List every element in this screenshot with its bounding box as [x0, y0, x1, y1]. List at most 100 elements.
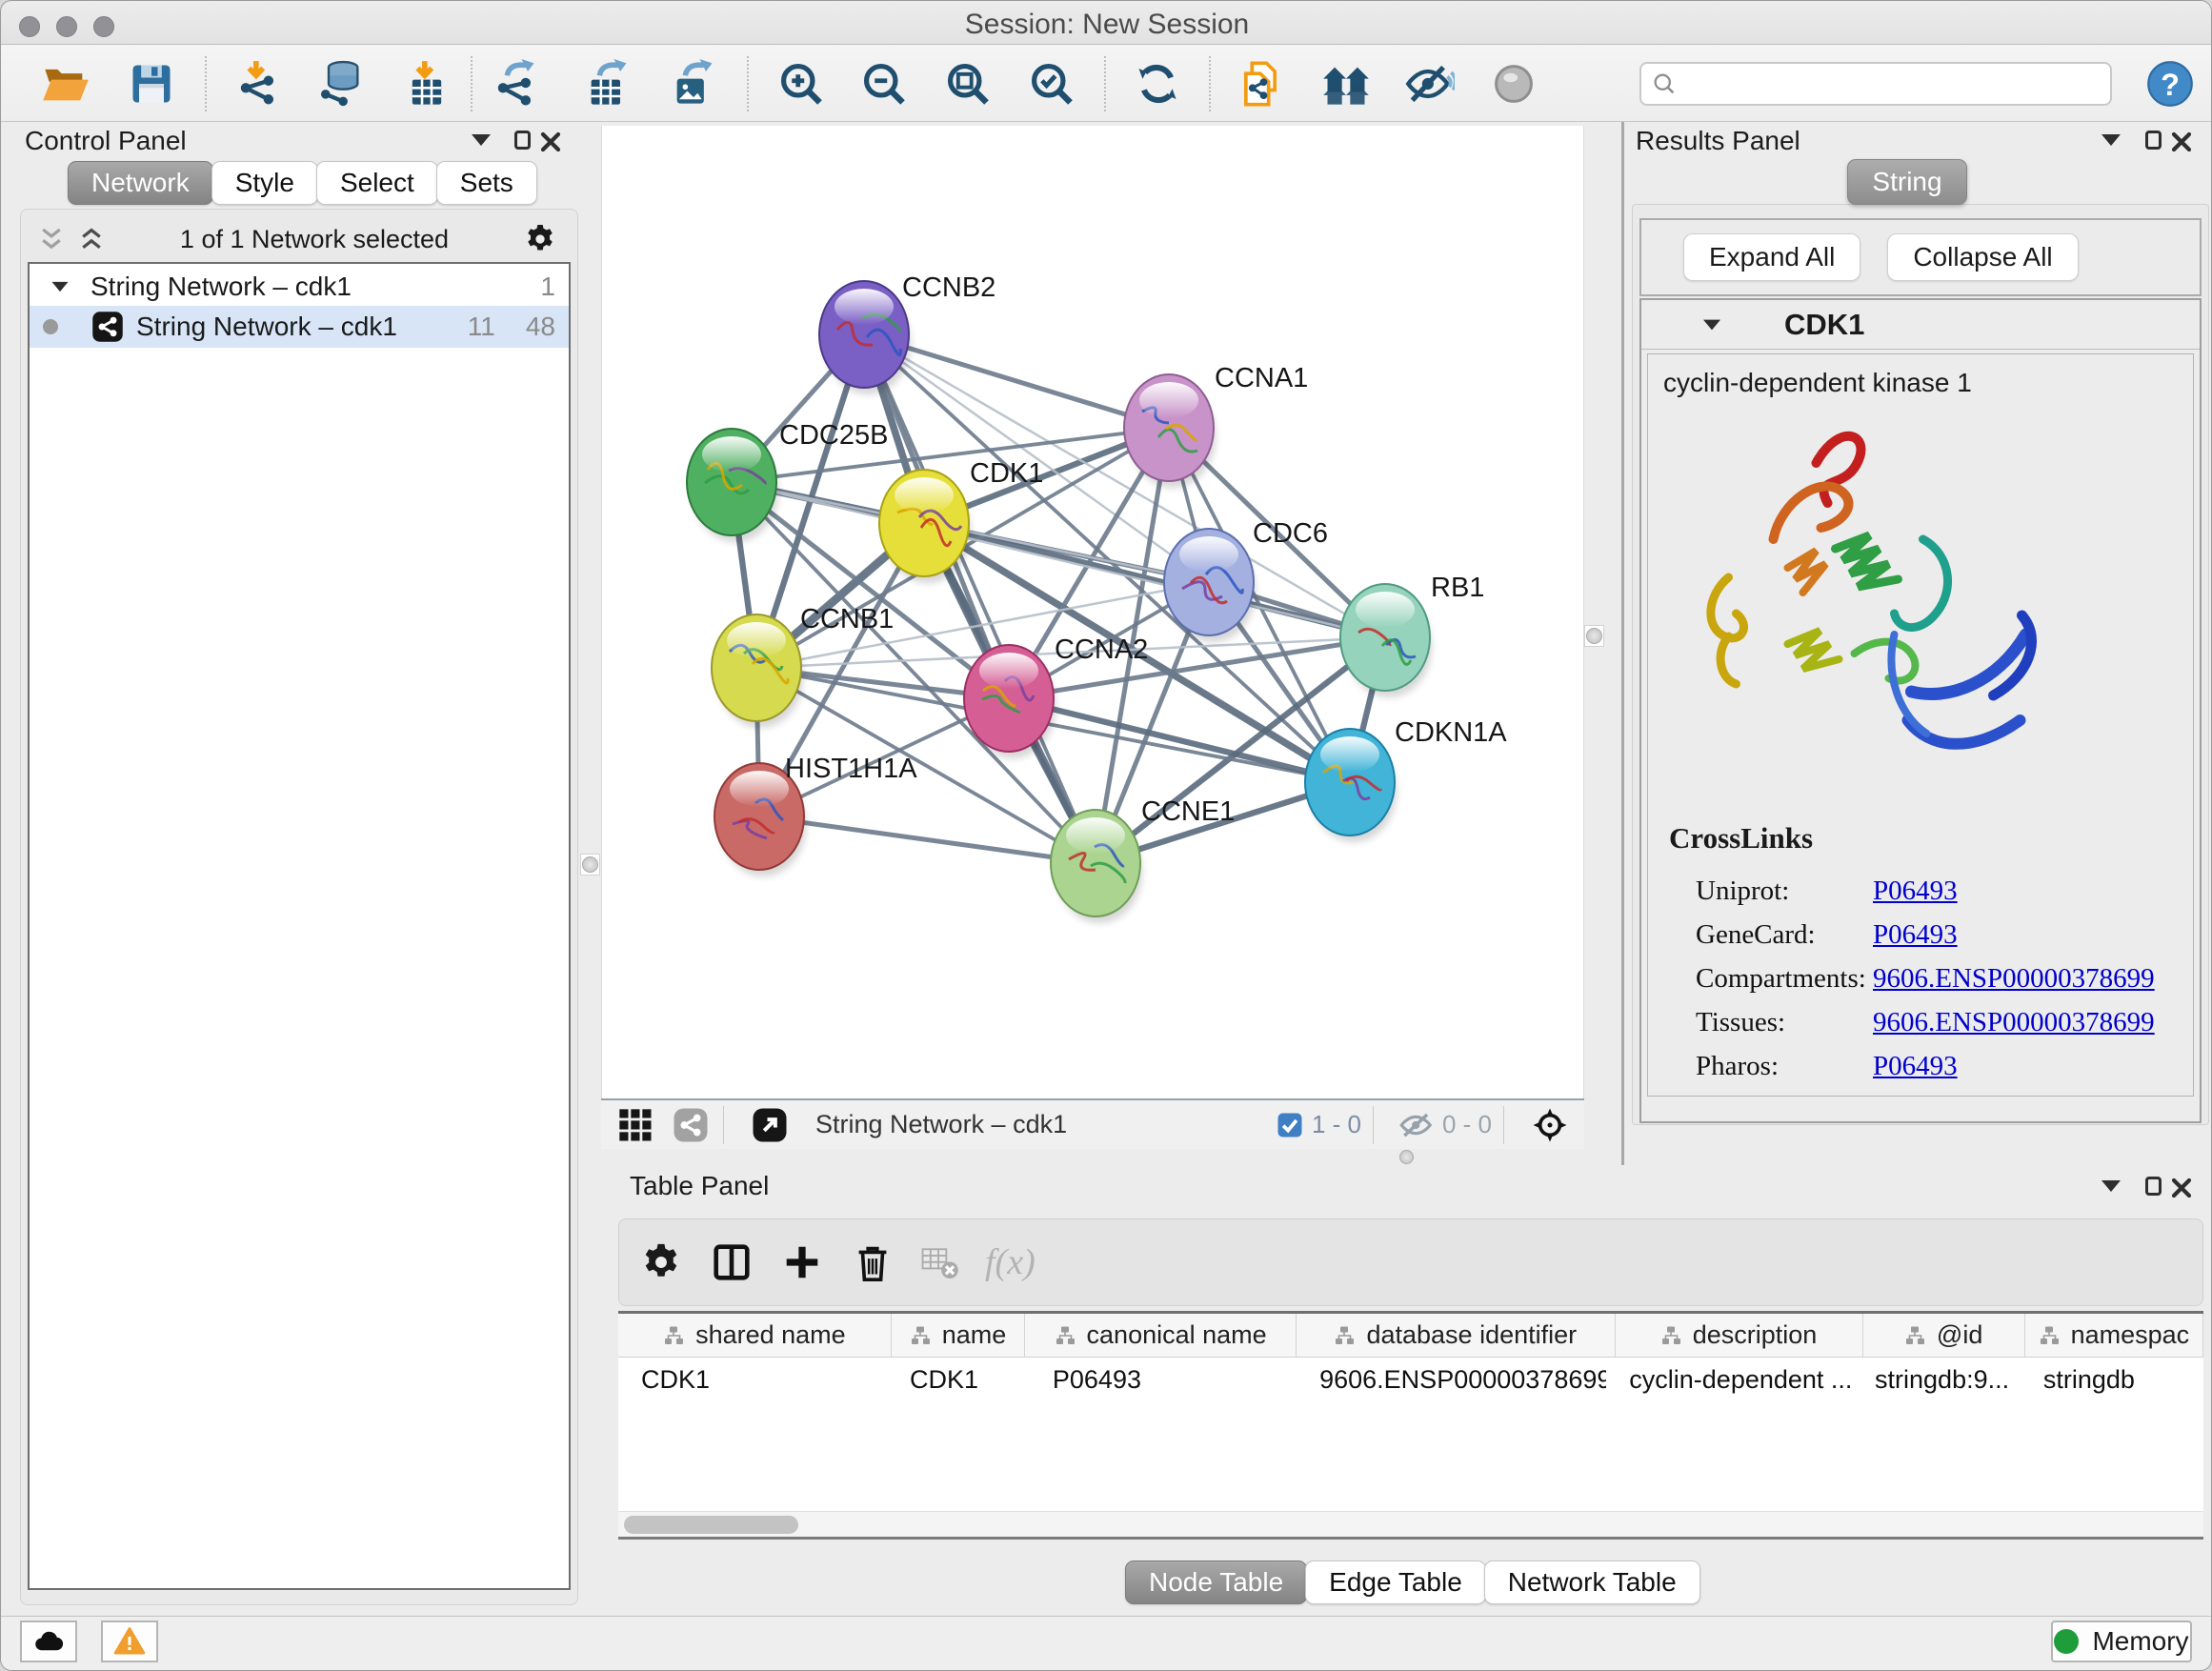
show-columns-icon[interactable]: [707, 1238, 756, 1287]
network-node-RB1[interactable]: [1340, 584, 1432, 697]
search-input[interactable]: [1685, 69, 2101, 100]
table-row[interactable]: CDK1CDK1P064939606.ENSP00000378699cyclin…: [618, 1358, 2203, 1401]
control-panel-float-icon[interactable]: [514, 131, 531, 150]
node-label: HIST1H1A: [785, 754, 917, 784]
vertical-splitter-handle[interactable]: [580, 854, 600, 876]
network-collection-row[interactable]: String Network – cdk1 1: [30, 268, 569, 306]
tab-node-table[interactable]: Node Table: [1125, 1560, 1307, 1604]
network-graph[interactable]: CCNB2 CCNA1 CDC25B CDK1 CDC6: [602, 126, 1585, 1098]
network-row-selected[interactable]: String Network – cdk1 11 48: [30, 306, 569, 348]
network-node-CDC25B[interactable]: [687, 429, 778, 542]
network-node-CCNE1[interactable]: [1051, 810, 1142, 923]
column-header[interactable]: name: [892, 1314, 1025, 1357]
table-cell[interactable]: cyclin-dependent ...: [1606, 1358, 1852, 1401]
tab-select[interactable]: Select: [316, 161, 438, 205]
network-node-CDKN1A[interactable]: [1305, 729, 1397, 842]
column-header[interactable]: shared name: [618, 1314, 892, 1357]
import-database-button[interactable]: [315, 58, 367, 110]
export-network-button[interactable]: [490, 58, 541, 110]
expand-all-networks-icon[interactable]: [77, 225, 106, 253]
export-image-button[interactable]: [668, 58, 719, 110]
crosslink-link[interactable]: P06493: [1873, 919, 1958, 951]
network-node-CCNB1[interactable]: [712, 614, 803, 728]
table-cell[interactable]: stringdb: [2021, 1358, 2203, 1401]
crosslink-link[interactable]: P06493: [1873, 876, 1958, 907]
clone-network-button[interactable]: [1235, 58, 1286, 110]
cloud-status-button[interactable]: [20, 1621, 77, 1662]
table-cell[interactable]: stringdb:9...: [1852, 1358, 2021, 1401]
vertical-splitter-handle-right[interactable]: [1584, 625, 1604, 647]
export-table-button[interactable]: [582, 58, 633, 110]
network-node-CCNA1[interactable]: [1124, 374, 1216, 488]
results-entry-cdk1: CDK1 cyclin-dependent kinase 1: [1639, 298, 2202, 1123]
birds-eye-grid-icon[interactable]: [614, 1104, 656, 1146]
table-cell[interactable]: P06493: [1030, 1358, 1297, 1401]
warnings-button[interactable]: [101, 1621, 158, 1662]
column-header[interactable]: canonical name: [1025, 1314, 1297, 1357]
open-session-button[interactable]: [40, 58, 91, 110]
network-node-CCNB2[interactable]: [819, 281, 911, 394]
column-header[interactable]: database identifier: [1297, 1314, 1616, 1357]
network-selector-row: 1 of 1 Network selected: [28, 220, 571, 258]
refresh-layout-button[interactable]: [1132, 58, 1183, 110]
table-gear-icon[interactable]: [636, 1238, 686, 1287]
toolbar-separator: [1104, 56, 1106, 111]
help-button[interactable]: ?: [2144, 58, 2196, 110]
gene-expand-icon[interactable]: [1703, 319, 1720, 330]
horizontal-splitter-handle[interactable]: [1399, 1150, 1414, 1164]
zoom-selected-button[interactable]: [1026, 58, 1077, 110]
node-label: CDKN1A: [1395, 717, 1507, 748]
detach-view-icon[interactable]: [749, 1104, 791, 1146]
column-header[interactable]: @id: [1863, 1314, 2025, 1357]
import-network-button[interactable]: [232, 58, 284, 110]
crosslink-link[interactable]: 9606.ENSP00000378699: [1873, 963, 2155, 995]
crosshair-icon[interactable]: [1529, 1104, 1571, 1146]
hide-graphics-button[interactable]: [1404, 58, 1456, 110]
table-panel-close-icon[interactable]: [2170, 1177, 2193, 1199]
network-node-CDK1[interactable]: [879, 470, 971, 583]
control-panel-menu-icon[interactable]: [472, 134, 491, 146]
network-canvas[interactable]: CCNB2 CCNA1 CDC25B CDK1 CDC6: [601, 126, 1584, 1098]
tab-style[interactable]: Style: [211, 161, 318, 205]
network-options-gear-icon[interactable]: [523, 222, 557, 256]
tab-network-table[interactable]: Network Table: [1484, 1560, 1700, 1604]
scrollbar-thumb[interactable]: [624, 1516, 798, 1534]
houses-button[interactable]: [1320, 58, 1372, 110]
tab-network[interactable]: Network: [68, 161, 213, 205]
results-panel-float-icon[interactable]: [2145, 131, 2162, 150]
import-table-button[interactable]: [401, 58, 452, 110]
gene-header-row[interactable]: CDK1: [1641, 300, 2200, 350]
control-panel-close-icon[interactable]: [539, 131, 562, 153]
column-header[interactable]: description: [1616, 1314, 1863, 1357]
crosslink-link[interactable]: P06493: [1873, 1051, 1958, 1082]
table-cell[interactable]: 9606.ENSP00000378699: [1297, 1358, 1606, 1401]
zoom-in-button[interactable]: [775, 58, 827, 110]
table-panel-float-icon[interactable]: [2145, 1177, 2162, 1196]
table-cell[interactable]: CDK1: [618, 1358, 887, 1401]
tab-string[interactable]: String: [1847, 159, 1967, 205]
network-edge[interactable]: [759, 816, 1096, 863]
column-label: description: [1693, 1320, 1818, 1350]
collection-expand-icon[interactable]: [52, 282, 69, 292]
add-column-icon[interactable]: [777, 1238, 827, 1287]
collapse-all-button[interactable]: Collapse All: [1887, 233, 2078, 281]
memory-button[interactable]: Memory: [2051, 1621, 2192, 1662]
horizontal-scrollbar[interactable]: [618, 1511, 2203, 1537]
selected-checkbox-icon[interactable]: [1276, 1104, 1304, 1146]
expand-all-button[interactable]: Expand All: [1683, 233, 1860, 281]
column-label: @id: [1937, 1320, 1982, 1350]
results-panel-close-icon[interactable]: [2170, 131, 2193, 153]
column-header[interactable]: namespac: [2025, 1314, 2203, 1357]
save-session-button[interactable]: [126, 58, 177, 110]
delete-column-icon[interactable]: [848, 1238, 897, 1287]
table-cell[interactable]: CDK1: [887, 1358, 1030, 1401]
zoom-out-button[interactable]: [858, 58, 910, 110]
table-panel-menu-icon[interactable]: [2101, 1180, 2121, 1192]
collapse-all-networks-icon[interactable]: [37, 225, 66, 253]
tab-edge-table[interactable]: Edge Table: [1305, 1560, 1486, 1604]
results-panel-menu-icon[interactable]: [2101, 134, 2121, 146]
zoom-fit-button[interactable]: [942, 58, 994, 110]
network-share-gray-icon[interactable]: [670, 1104, 712, 1146]
crosslink-link[interactable]: 9606.ENSP00000378699: [1873, 1007, 2155, 1038]
tab-sets[interactable]: Sets: [436, 161, 537, 205]
